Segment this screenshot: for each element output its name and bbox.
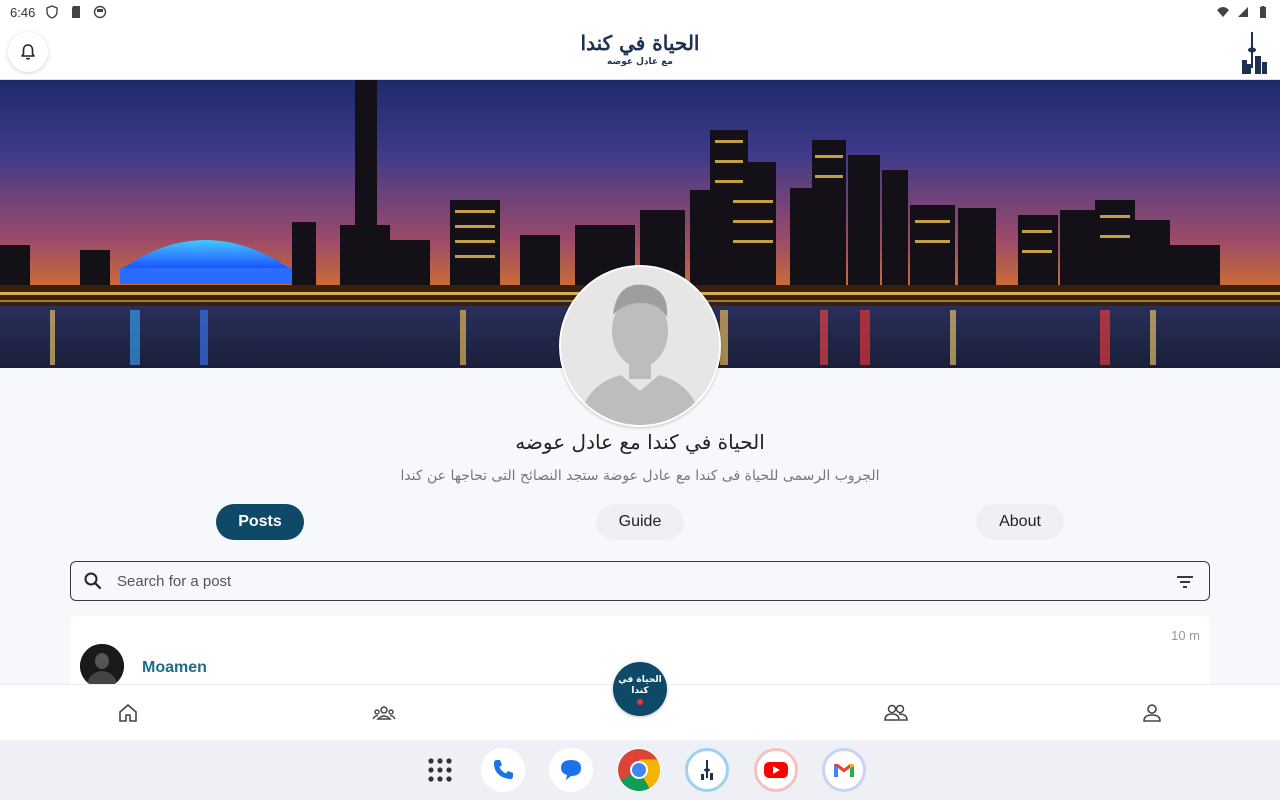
post-author-name[interactable]: Moamen bbox=[142, 659, 207, 677]
search-icon bbox=[84, 572, 102, 590]
logo-subtitle: مع عادل عوضه bbox=[607, 57, 673, 67]
battery-icon bbox=[1260, 6, 1266, 18]
filter-icon[interactable] bbox=[1175, 572, 1195, 592]
bell-icon bbox=[21, 44, 35, 60]
tab-guide[interactable]: Guide bbox=[596, 504, 684, 540]
youtube-icon[interactable] bbox=[754, 748, 798, 792]
post-timestamp: 10 m bbox=[1171, 628, 1200, 643]
people-icon[interactable] bbox=[884, 701, 908, 725]
sync-icon bbox=[94, 5, 107, 19]
app-header: الحياة في كندا مع عادل عوضه bbox=[0, 24, 1280, 80]
tab-posts[interactable]: Posts bbox=[216, 504, 304, 540]
app-drawer-icon[interactable] bbox=[418, 748, 462, 792]
center-logo-line1: الحياة في bbox=[618, 675, 662, 685]
search-input[interactable] bbox=[117, 572, 1117, 590]
phone-icon[interactable] bbox=[481, 748, 525, 792]
sd-card-icon bbox=[72, 6, 81, 18]
cellular-icon bbox=[1238, 7, 1248, 17]
home-icon[interactable] bbox=[116, 701, 140, 725]
tab-about[interactable]: About bbox=[976, 504, 1064, 540]
chrome-icon[interactable] bbox=[617, 748, 661, 792]
cn-tower-icon bbox=[1242, 32, 1267, 74]
notifications-button[interactable] bbox=[8, 32, 48, 72]
account-icon[interactable] bbox=[1140, 701, 1164, 725]
messages-icon[interactable] bbox=[549, 748, 593, 792]
gmail-icon[interactable] bbox=[822, 748, 866, 792]
life-in-canada-app-icon[interactable] bbox=[685, 748, 729, 792]
system-taskbar bbox=[0, 740, 1280, 800]
center-logo-dot bbox=[637, 699, 643, 705]
center-app-logo-button[interactable]: الحياة في كندا bbox=[613, 662, 667, 716]
groups-icon[interactable] bbox=[372, 701, 396, 725]
post-search-bar bbox=[70, 561, 1210, 601]
app-logo: الحياة في كندا مع عادل عوضه bbox=[560, 30, 720, 76]
status-bar: 6:46 bbox=[0, 0, 1280, 24]
group-name: الحياة في كندا مع عادل عوضه bbox=[515, 430, 765, 454]
profile-avatar bbox=[559, 265, 721, 427]
center-logo-line2: كندا bbox=[631, 686, 649, 696]
post-author-avatar[interactable] bbox=[80, 644, 124, 688]
status-time: 6:46 bbox=[10, 4, 36, 20]
person-placeholder-icon bbox=[561, 267, 719, 425]
shield-icon bbox=[46, 5, 59, 19]
logo-title: الحياة في كندا bbox=[580, 31, 700, 55]
wifi-icon bbox=[1217, 7, 1229, 17]
group-description: الجروب الرسمى للحياة فى كندا مع عادل عوض… bbox=[400, 468, 880, 484]
